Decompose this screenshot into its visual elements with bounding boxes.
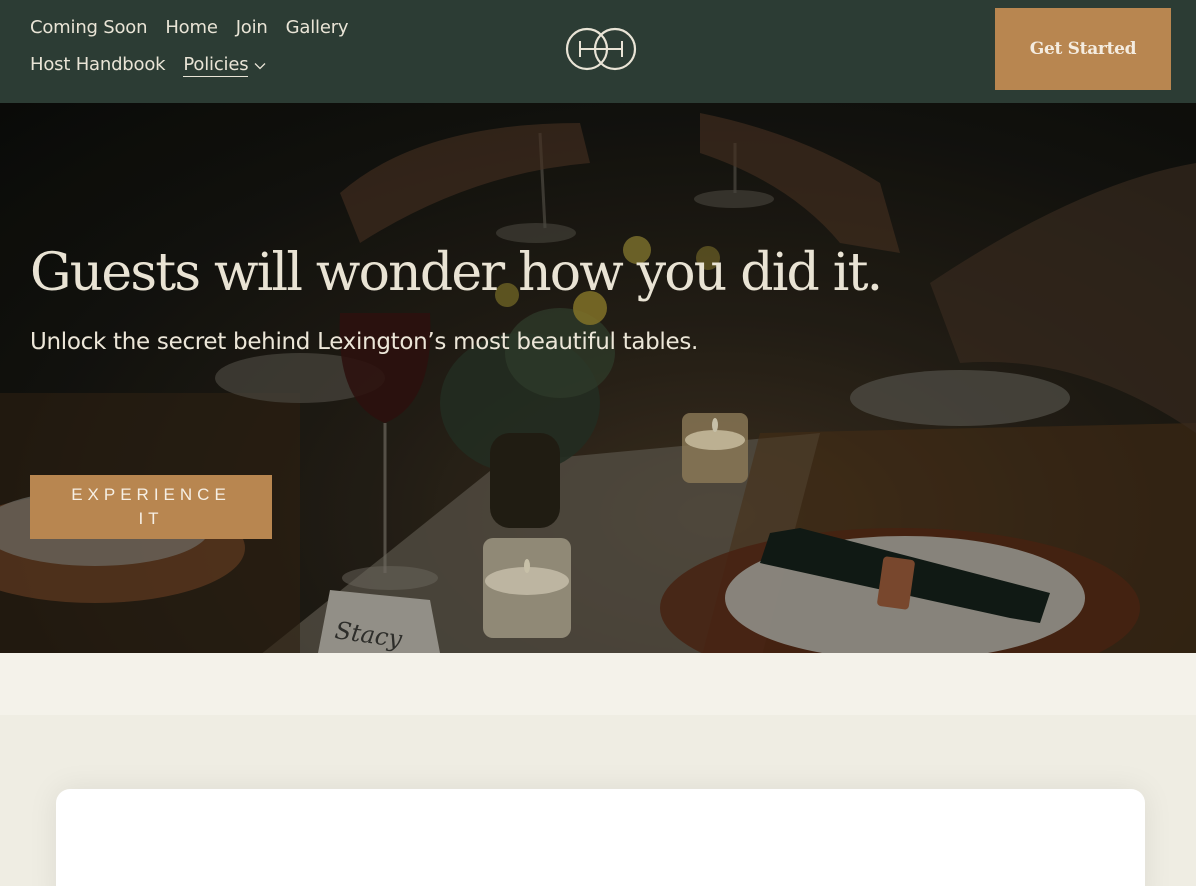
site-header: Coming Soon Home Join Gallery Host Handb… [0,0,1196,103]
logo-icon[interactable] [564,27,638,71]
content-card [56,789,1145,886]
main-nav: Coming Soon Home Join Gallery Host Handb… [30,17,349,91]
hero-title: Guests will wonder how you did it. [30,243,883,303]
nav-host-handbook[interactable]: Host Handbook [30,54,166,75]
hero-subtitle: Unlock the secret behind Lexington’s mos… [30,329,699,355]
nav-policies[interactable]: Policies [183,54,249,77]
nav-row-2: Host Handbook Policies [30,54,348,91]
nav-gallery[interactable]: Gallery [286,17,349,38]
experience-it-button[interactable]: EXPERIENCE IT [30,475,272,539]
spacer-band [0,653,1196,715]
nav-row-1: Coming Soon Home Join Gallery [30,17,349,54]
nav-coming-soon[interactable]: Coming Soon [30,17,148,38]
nav-home[interactable]: Home [165,17,218,38]
nav-join[interactable]: Join [236,17,268,38]
nav-policies-dropdown[interactable]: Policies [183,54,266,77]
get-started-button[interactable]: Get Started [995,8,1171,90]
chevron-down-icon[interactable] [254,62,266,70]
hero-section: Stacy Guests will wonder how you did it.… [0,103,1196,653]
hero-background-image: Stacy [0,103,1196,653]
